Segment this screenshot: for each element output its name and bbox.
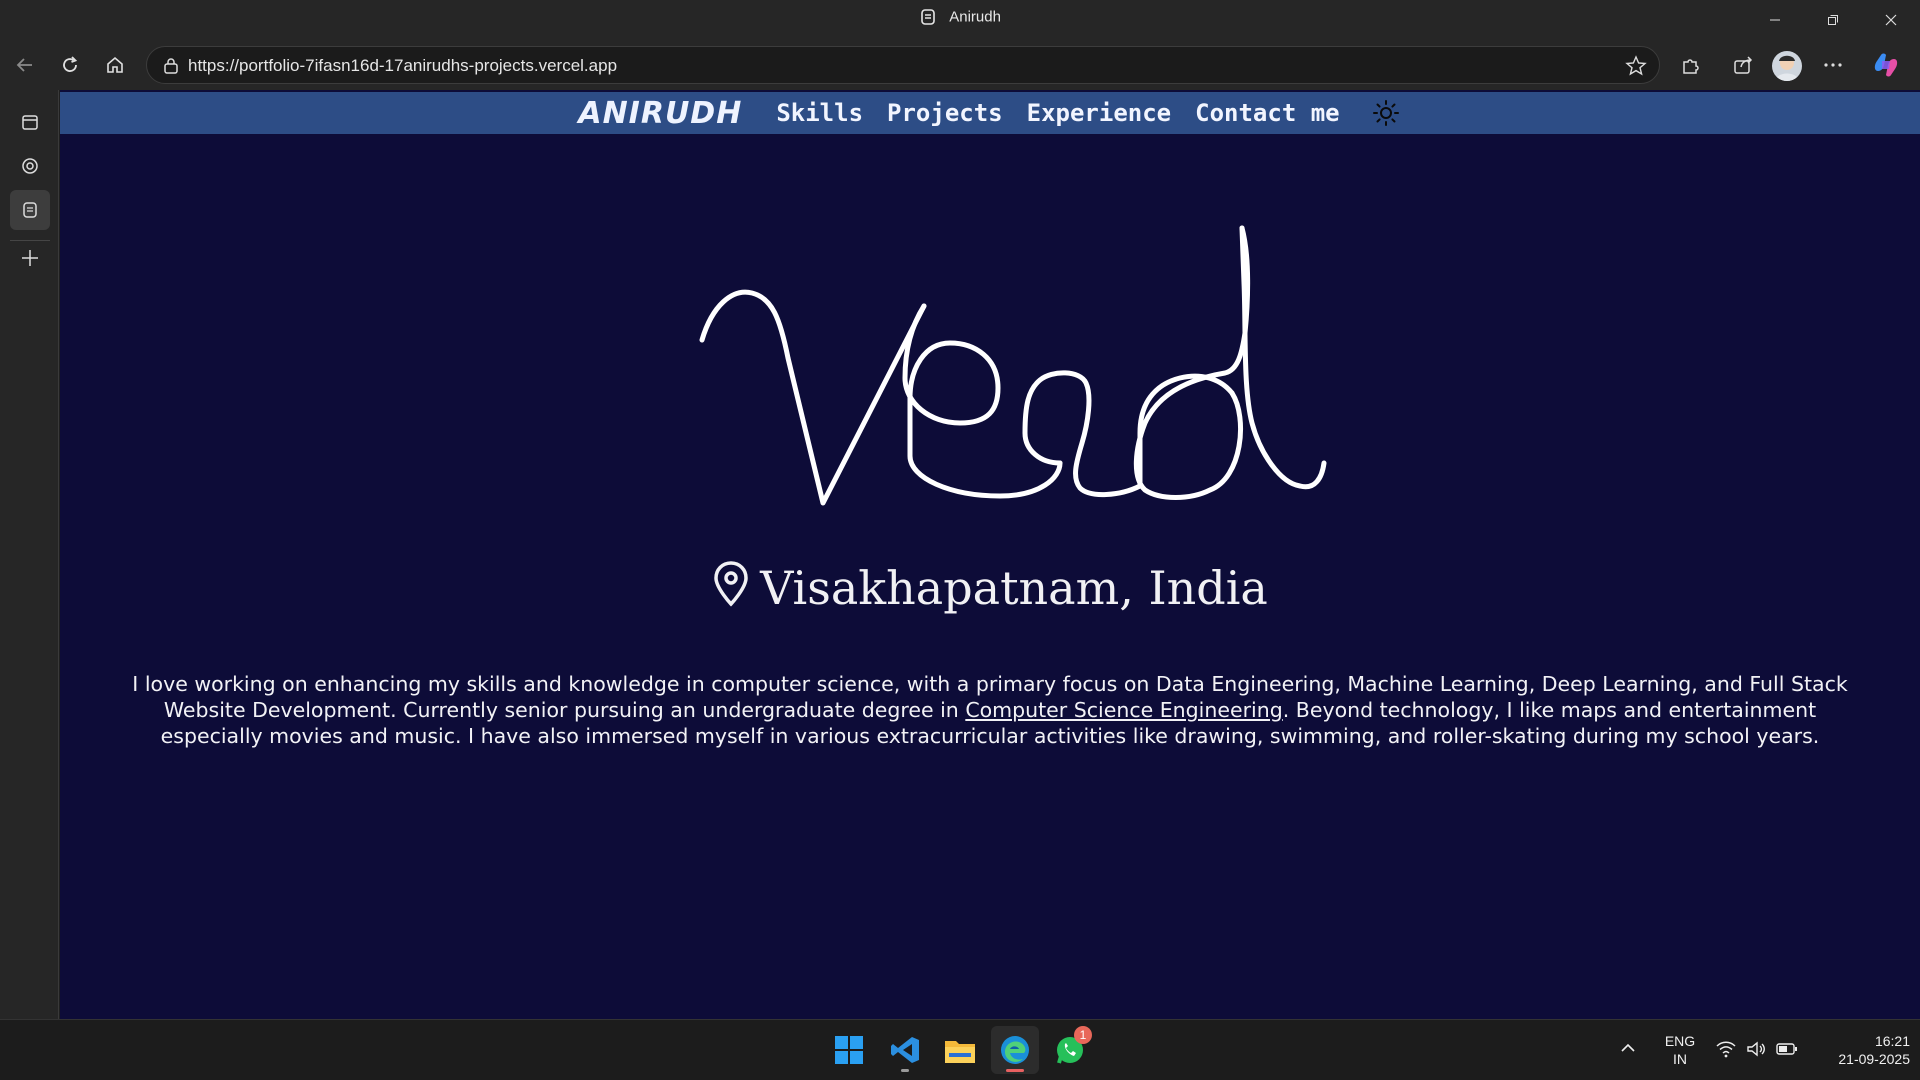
ellipsis-icon (1824, 63, 1842, 67)
windows-logo-icon (835, 1036, 863, 1064)
notification-badge: 1 (1074, 1026, 1092, 1044)
window-title-area: Anirudh (0, 8, 1920, 26)
extensions-button[interactable] (1675, 49, 1707, 81)
sidebar-chatgpt-button[interactable] (10, 146, 50, 186)
window-titlebar: Anirudh (0, 0, 1920, 40)
browser-sidebar (0, 90, 59, 1019)
nav-link-experience[interactable]: Experience (1027, 99, 1172, 127)
restore-icon (1828, 15, 1838, 25)
back-arrow-icon (16, 58, 32, 72)
signature-drawing (699, 225, 1327, 506)
more-options-button[interactable] (1817, 49, 1849, 81)
language-line2: IN (1673, 1051, 1687, 1067)
copilot-icon (1874, 53, 1898, 77)
restore-button[interactable] (1804, 0, 1862, 40)
wifi-icon (1716, 1041, 1736, 1058)
share-button[interactable] (1727, 49, 1759, 81)
tabs-icon (22, 115, 38, 130)
vscode-icon (891, 1037, 919, 1063)
back-button[interactable] (9, 49, 41, 81)
language-indicator[interactable]: ENG IN (1660, 1032, 1700, 1068)
volume-icon (1747, 1041, 1765, 1057)
show-hidden-icons-button[interactable] (1620, 1040, 1636, 1060)
language-line1: ENG (1664, 1033, 1696, 1049)
start-button[interactable] (825, 1026, 873, 1074)
site-navbar: ANIRUDH Skills Projects Experience Conta… (60, 92, 1920, 134)
clock[interactable]: 16:21 21-09-2025 (1810, 1032, 1910, 1068)
sun-icon (1372, 100, 1399, 126)
sidebar-active-tab[interactable] (10, 190, 50, 230)
browser-toolbar: https://portfolio-7ifasn16d-17anirudhs-p… (0, 40, 1920, 90)
close-icon (1885, 14, 1897, 26)
profile-avatar[interactable] (1772, 51, 1802, 81)
minimize-icon (1770, 19, 1780, 21)
tab-actions-button[interactable] (10, 102, 50, 142)
home-button[interactable] (99, 49, 131, 81)
plus-icon (22, 250, 38, 266)
system-tray-icons[interactable] (1716, 1040, 1798, 1058)
battery-icon (1776, 1043, 1797, 1055)
clock-date: 21-09-2025 (1838, 1051, 1910, 1067)
copilot-button[interactable] (1870, 49, 1902, 81)
nav-link-contact[interactable]: Contact me (1195, 99, 1340, 127)
location-pin-icon (714, 561, 748, 607)
url-text[interactable]: https://portfolio-7ifasn16d-17anirudhs-p… (188, 56, 617, 76)
home-icon (107, 56, 123, 73)
taskbar-edge[interactable] (991, 1026, 1039, 1074)
nav-link-skills[interactable]: Skills (776, 99, 863, 127)
folder-icon (945, 1041, 975, 1063)
refresh-icon (63, 56, 78, 72)
favorite-star-icon[interactable] (1625, 55, 1647, 77)
site-brand[interactable]: ANIRUDH (578, 96, 742, 131)
clock-time: 16:21 (1874, 1033, 1910, 1049)
theme-toggle-button[interactable] (1370, 97, 1402, 129)
close-window-button[interactable] (1862, 0, 1920, 40)
lock-icon (164, 58, 178, 74)
taskbar-vscode[interactable] (881, 1026, 929, 1074)
window-title: Anirudh (949, 8, 1001, 26)
location-text: Visakhapatnam, India (760, 561, 1268, 615)
page-favicon-icon (23, 202, 37, 218)
location-line: Visakhapatnam, India (60, 560, 1920, 615)
page-viewport: ANIRUDH Skills Projects Experience Conta… (60, 90, 1920, 1019)
refresh-button[interactable] (54, 49, 86, 81)
taskbar-whatsapp[interactable]: 1 (1046, 1026, 1094, 1074)
active-indicator (1006, 1069, 1024, 1072)
nav-link-projects[interactable]: Projects (887, 99, 1003, 127)
tab-favicon-icon (921, 9, 935, 25)
puzzle-icon (1683, 59, 1699, 74)
windows-taskbar: 1 ENG IN 16:21 21-09-2025 (0, 1019, 1920, 1080)
openai-icon (22, 158, 38, 174)
share-icon (1734, 56, 1753, 74)
avatar-icon (1775, 55, 1799, 81)
bio-paragraph: I love working on enhancing my skills an… (130, 671, 1850, 749)
running-indicator (901, 1069, 909, 1072)
minimize-button[interactable] (1746, 0, 1804, 40)
cse-link[interactable]: Computer Science Engineering (965, 698, 1282, 722)
chevron-up-icon (1621, 1043, 1635, 1052)
address-bar[interactable]: https://portfolio-7ifasn16d-17anirudhs-p… (146, 46, 1660, 84)
edge-icon (1001, 1036, 1029, 1064)
new-tab-button[interactable] (10, 238, 50, 278)
taskbar-file-explorer[interactable] (936, 1026, 984, 1074)
